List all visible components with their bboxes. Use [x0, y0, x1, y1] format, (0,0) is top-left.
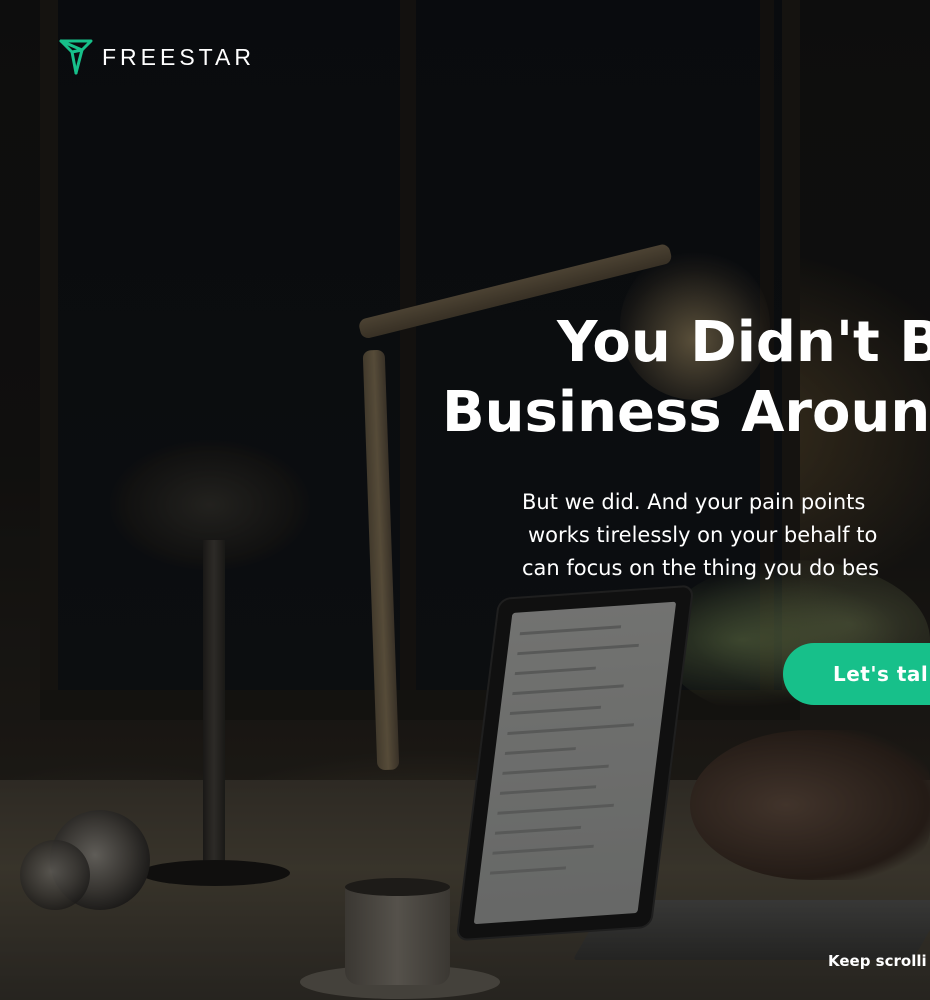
keep-scrolling-link[interactable]: Keep scrolli [828, 952, 927, 970]
hero-headline: You Didn't B Business Around [442, 308, 930, 448]
hero-headline-line: Business Around [442, 380, 930, 445]
brand-name: FREESTAR [102, 43, 255, 70]
brand-logo[interactable]: FREESTAR [58, 38, 255, 76]
hero-section: FREESTAR You Didn't B Business Around Bu… [0, 0, 930, 1000]
hero-description: But we did. And your pain points works t… [522, 486, 879, 585]
lets-talk-button[interactable]: Let's tal [783, 643, 930, 705]
hero-description-line: But we did. And your pain points [522, 490, 866, 514]
hero-headline-line: You Didn't B [557, 310, 930, 375]
hero-description-line: works tirelessly on your behalf to [528, 523, 878, 547]
hero-description-line: can focus on the thing you do bes [522, 556, 880, 580]
freestar-logo-icon [59, 39, 93, 75]
